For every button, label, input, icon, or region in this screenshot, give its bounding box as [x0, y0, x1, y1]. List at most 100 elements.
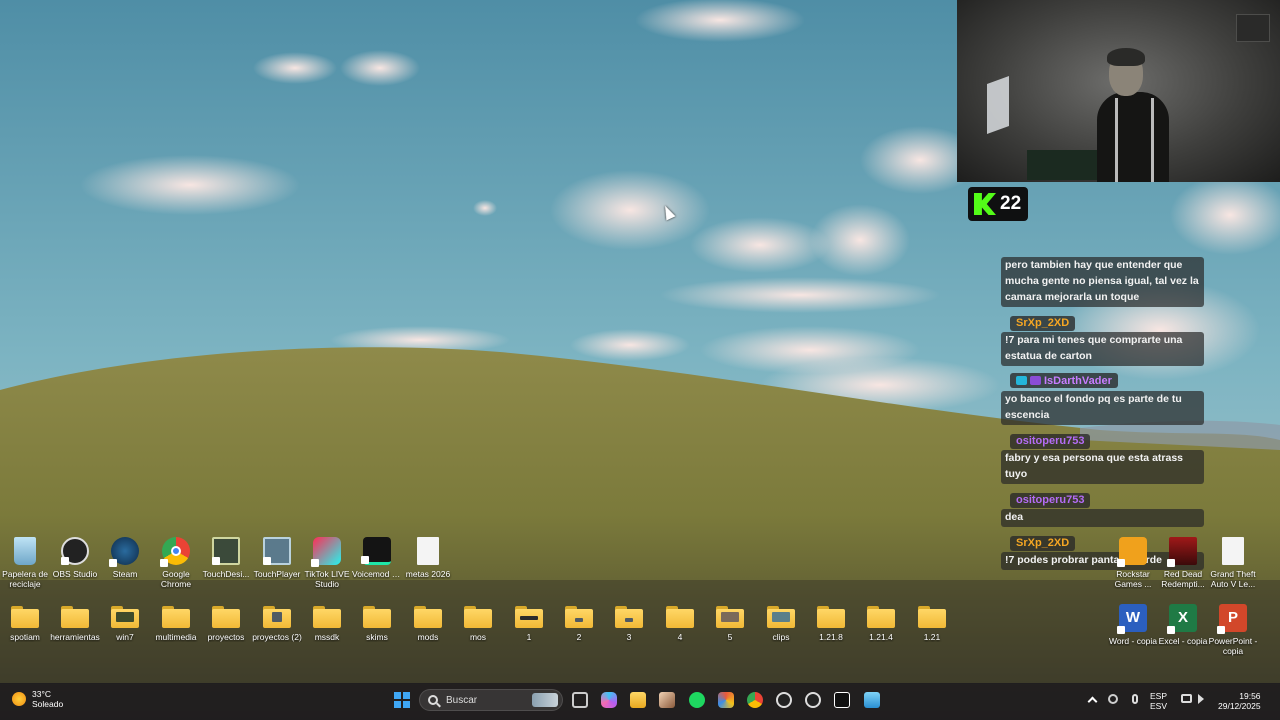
- desktop-folder[interactable]: skims: [352, 602, 402, 642]
- photo-app-icon[interactable]: [659, 692, 675, 708]
- desktop-folder[interactable]: 4: [655, 602, 705, 642]
- folder-icon: [515, 606, 543, 628]
- desktop-folder[interactable]: herramientas: [50, 602, 100, 642]
- weather-temp: 33°C: [32, 689, 51, 699]
- desktop-icon-obs[interactable]: OBS Studio: [50, 537, 100, 579]
- chevron-up-icon[interactable]: [1087, 696, 1098, 707]
- media-player-icon[interactable]: [805, 692, 821, 708]
- desktop-folder[interactable]: win7: [100, 602, 150, 642]
- chat-username-text: SrXp_2XD: [1016, 317, 1070, 329]
- recycle-bin-icon: [14, 537, 36, 565]
- desktop-folder[interactable]: clips: [756, 602, 806, 642]
- icon-label: Papelera de reciclaje: [2, 569, 48, 589]
- desktop-icon-voicemod[interactable]: Voicemod V3: [352, 537, 402, 579]
- desktop-folder[interactable]: 1.21.4: [856, 602, 906, 642]
- start-button[interactable]: [394, 692, 410, 708]
- file-explorer-icon[interactable]: [630, 692, 646, 708]
- desktop-icon-recycle-bin[interactable]: Papelera de reciclaje: [0, 537, 50, 589]
- copilot-icon[interactable]: [601, 692, 617, 708]
- desktop-folder[interactable]: proyectos: [201, 602, 251, 642]
- icon-label: 1.21.8: [819, 632, 843, 642]
- network-icon[interactable]: [1181, 694, 1192, 703]
- icon-label: PowerPoint - copia: [1208, 636, 1258, 656]
- desktop-folder[interactable]: 2: [554, 602, 604, 642]
- desktop-folder[interactable]: mos: [453, 602, 503, 642]
- icon-label: metas 2026: [405, 569, 451, 579]
- icon-label: herramientas: [50, 632, 100, 642]
- spotify-icon[interactable]: [689, 692, 705, 708]
- windows-logo-icon: [403, 692, 410, 699]
- weather-widget[interactable]: 33°C Soleado: [12, 689, 63, 709]
- excel-icon: X: [1167, 604, 1197, 634]
- folder-icon: [263, 606, 291, 628]
- desktop-icon-document[interactable]: metas 2026: [403, 537, 453, 579]
- touchdesigner-icon: [212, 537, 240, 565]
- folder-icon: [363, 606, 391, 628]
- desktop-icon-chrome[interactable]: Google Chrome: [151, 537, 201, 589]
- badge-icon: [1030, 376, 1041, 385]
- desktop-icon-word[interactable]: W Word - copia: [1108, 604, 1158, 646]
- icon-label: 1: [526, 632, 532, 642]
- webcam-wall-box: [1236, 14, 1270, 42]
- icon-label: TouchDesi...: [202, 569, 250, 579]
- task-view-icon[interactable]: [572, 692, 588, 708]
- steam-icon: [109, 537, 139, 567]
- desktop-icon-touchdesigner[interactable]: TouchDesi...: [201, 537, 251, 579]
- desktop-icon-powerpoint[interactable]: P PowerPoint - copia: [1208, 604, 1258, 656]
- jacket-stripe: [1151, 98, 1154, 182]
- chat-overlay: pero tambien hay que entender que mucha …: [1001, 256, 1204, 576]
- clock-date: 29/12/2025: [1218, 701, 1261, 711]
- obs-icon[interactable]: [776, 692, 792, 708]
- folder-icon: [212, 606, 240, 628]
- chrome-icon[interactable]: [747, 692, 763, 708]
- desktop-folder[interactable]: 3: [604, 602, 654, 642]
- desktop-folder[interactable]: multimedia: [151, 602, 201, 642]
- chat-username-text: ositoperu753: [1016, 435, 1085, 447]
- icon-label: Voicemod V3: [352, 569, 402, 579]
- desktop-folder[interactable]: 1.21.8: [806, 602, 856, 642]
- icon-label: spotiam: [10, 632, 40, 642]
- icon-label: mods: [417, 632, 439, 642]
- search-icon: [428, 695, 438, 705]
- clock[interactable]: 19:56 29/12/2025: [1218, 691, 1261, 711]
- desktop-folder[interactable]: spotiam: [0, 602, 50, 642]
- desktop-folder[interactable]: 1: [504, 602, 554, 642]
- chat-username-text: IsDarthVader: [1044, 374, 1112, 387]
- volume-icon[interactable]: [1198, 694, 1204, 704]
- desktop-folder[interactable]: mods: [403, 602, 453, 642]
- desktop-icon-gta[interactable]: Grand Theft Auto V Le...: [1208, 537, 1258, 589]
- icon-label: win7: [116, 632, 134, 642]
- document-icon: [417, 537, 439, 565]
- desktop-icon-tiktok-live[interactable]: TikTok LIVE Studio: [302, 537, 352, 589]
- icon-label: 5: [727, 632, 733, 642]
- desktop-folder[interactable]: 1.21: [907, 602, 957, 642]
- language-indicator[interactable]: ESP ESV: [1150, 691, 1167, 711]
- capcut-icon[interactable]: [834, 692, 850, 708]
- folder-icon: [162, 606, 190, 628]
- weather-text: 33°C Soleado: [32, 689, 63, 709]
- desktop-folder[interactable]: mssdk: [302, 602, 352, 642]
- icon-label: 2: [576, 632, 582, 642]
- rockstar-games-icon: [1117, 537, 1147, 567]
- sync-icon[interactable]: [1108, 694, 1118, 704]
- desktop-folder[interactable]: 5: [705, 602, 755, 642]
- desktop-folder[interactable]: proyectos (2): [252, 602, 302, 642]
- red-dead-icon: [1167, 537, 1197, 567]
- desktop-icon-red-dead[interactable]: Red Dead Redempti...: [1158, 537, 1208, 589]
- notepad-icon[interactable]: [864, 692, 880, 708]
- folder-icon: [414, 606, 442, 628]
- icon-label: proyectos: [207, 632, 245, 642]
- desktop-icon-steam[interactable]: Steam: [100, 537, 150, 579]
- microphone-icon[interactable]: [1132, 694, 1138, 704]
- folder-icon: [61, 606, 89, 628]
- windows-logo-icon: [394, 692, 401, 699]
- davinci-icon[interactable]: [718, 692, 734, 708]
- chat-username-text: SrXp_2XD: [1016, 537, 1070, 549]
- desktop-icon-excel[interactable]: X Excel - copia: [1158, 604, 1208, 646]
- viewer-count: 22: [1000, 193, 1022, 214]
- clock-time: 19:56: [1239, 691, 1261, 701]
- taskbar-search[interactable]: Buscar: [419, 689, 563, 711]
- icon-label: TouchPlayer: [253, 569, 301, 579]
- desktop-icon-touchplayer[interactable]: TouchPlayer: [252, 537, 302, 579]
- desktop-icon-rockstar[interactable]: Rockstar Games ...: [1108, 537, 1158, 589]
